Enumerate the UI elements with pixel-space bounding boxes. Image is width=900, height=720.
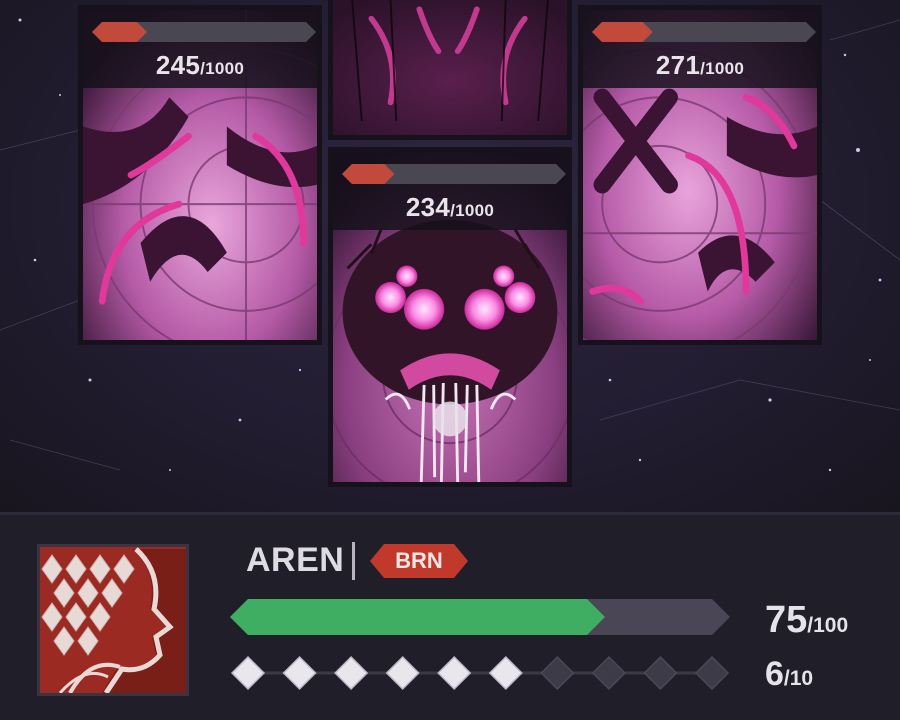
enemy-hp-fill	[92, 22, 147, 42]
player-hp-fill	[230, 599, 605, 635]
player-name: AREN	[246, 541, 345, 579]
name-divider	[352, 542, 355, 580]
action-pip-filled	[230, 655, 266, 691]
pip-count-max: /10	[783, 667, 814, 690]
action-pip-filled	[488, 655, 523, 691]
enemy-hp-bar	[592, 22, 816, 42]
action-pip-filled	[282, 655, 317, 691]
enemy-card-left[interactable]: 245/1000	[78, 5, 322, 345]
action-pip-empty	[643, 655, 678, 691]
player-hp-bar	[230, 599, 730, 635]
enemy-hp-max: /1000	[200, 59, 245, 78]
action-pip-empty	[694, 655, 730, 691]
player-hp-text: 75/100	[765, 599, 848, 642]
enemy-hp-panel: 271/1000	[583, 10, 817, 88]
spider-eye	[493, 265, 515, 287]
enemy-hp-text: 245/1000	[83, 50, 317, 81]
enemy-hp-max: /1000	[700, 59, 745, 78]
enemy-hp-bar	[92, 22, 316, 42]
spider-eye	[504, 282, 536, 314]
pip-count-value: 6	[765, 655, 784, 693]
spider-eye	[403, 288, 445, 330]
action-pip-empty	[540, 655, 575, 691]
player-portrait[interactable]	[37, 544, 189, 696]
battle-stage: 245/1000 271/1000 234/1000	[0, 0, 900, 512]
action-pip-filled	[437, 655, 472, 691]
enemy-hp-value: 271	[655, 50, 701, 80]
action-pip-empty	[591, 655, 626, 691]
player-hp-value: 75	[765, 599, 808, 641]
enemy-hp-bar	[342, 164, 566, 184]
action-pips	[230, 655, 730, 691]
enemy-card-right[interactable]: 271/1000	[578, 5, 822, 345]
spider-eye	[464, 288, 505, 330]
enemy-hp-panel: 234/1000	[333, 152, 567, 230]
action-pip-filled	[385, 655, 420, 691]
enemy-hp-value: 234	[405, 192, 451, 222]
enemy-hp-value: 245	[155, 50, 201, 80]
enemy-hp-text: 271/1000	[583, 50, 817, 81]
player-panel: AREN BRN 75/100 6/10	[0, 512, 900, 720]
enemy-hp-max: /1000	[450, 201, 495, 220]
action-pip-filled	[334, 655, 369, 691]
enemy-card-back	[328, 0, 572, 140]
enemy-card-center[interactable]: 234/1000	[328, 147, 572, 487]
player-avatar	[40, 547, 186, 693]
enemy-hp-panel: 245/1000	[83, 10, 317, 88]
status-badge-label: BRN	[395, 548, 443, 573]
enemy-hp-fill	[592, 22, 653, 42]
player-hp-max: /100	[807, 614, 849, 637]
spider-eye	[396, 265, 418, 287]
spider-eye	[375, 282, 406, 314]
spider-art	[333, 0, 567, 135]
enemy-hp-fill	[342, 164, 395, 184]
pip-count-text: 6/10	[765, 655, 813, 694]
enemy-hp-text: 234/1000	[333, 192, 567, 223]
